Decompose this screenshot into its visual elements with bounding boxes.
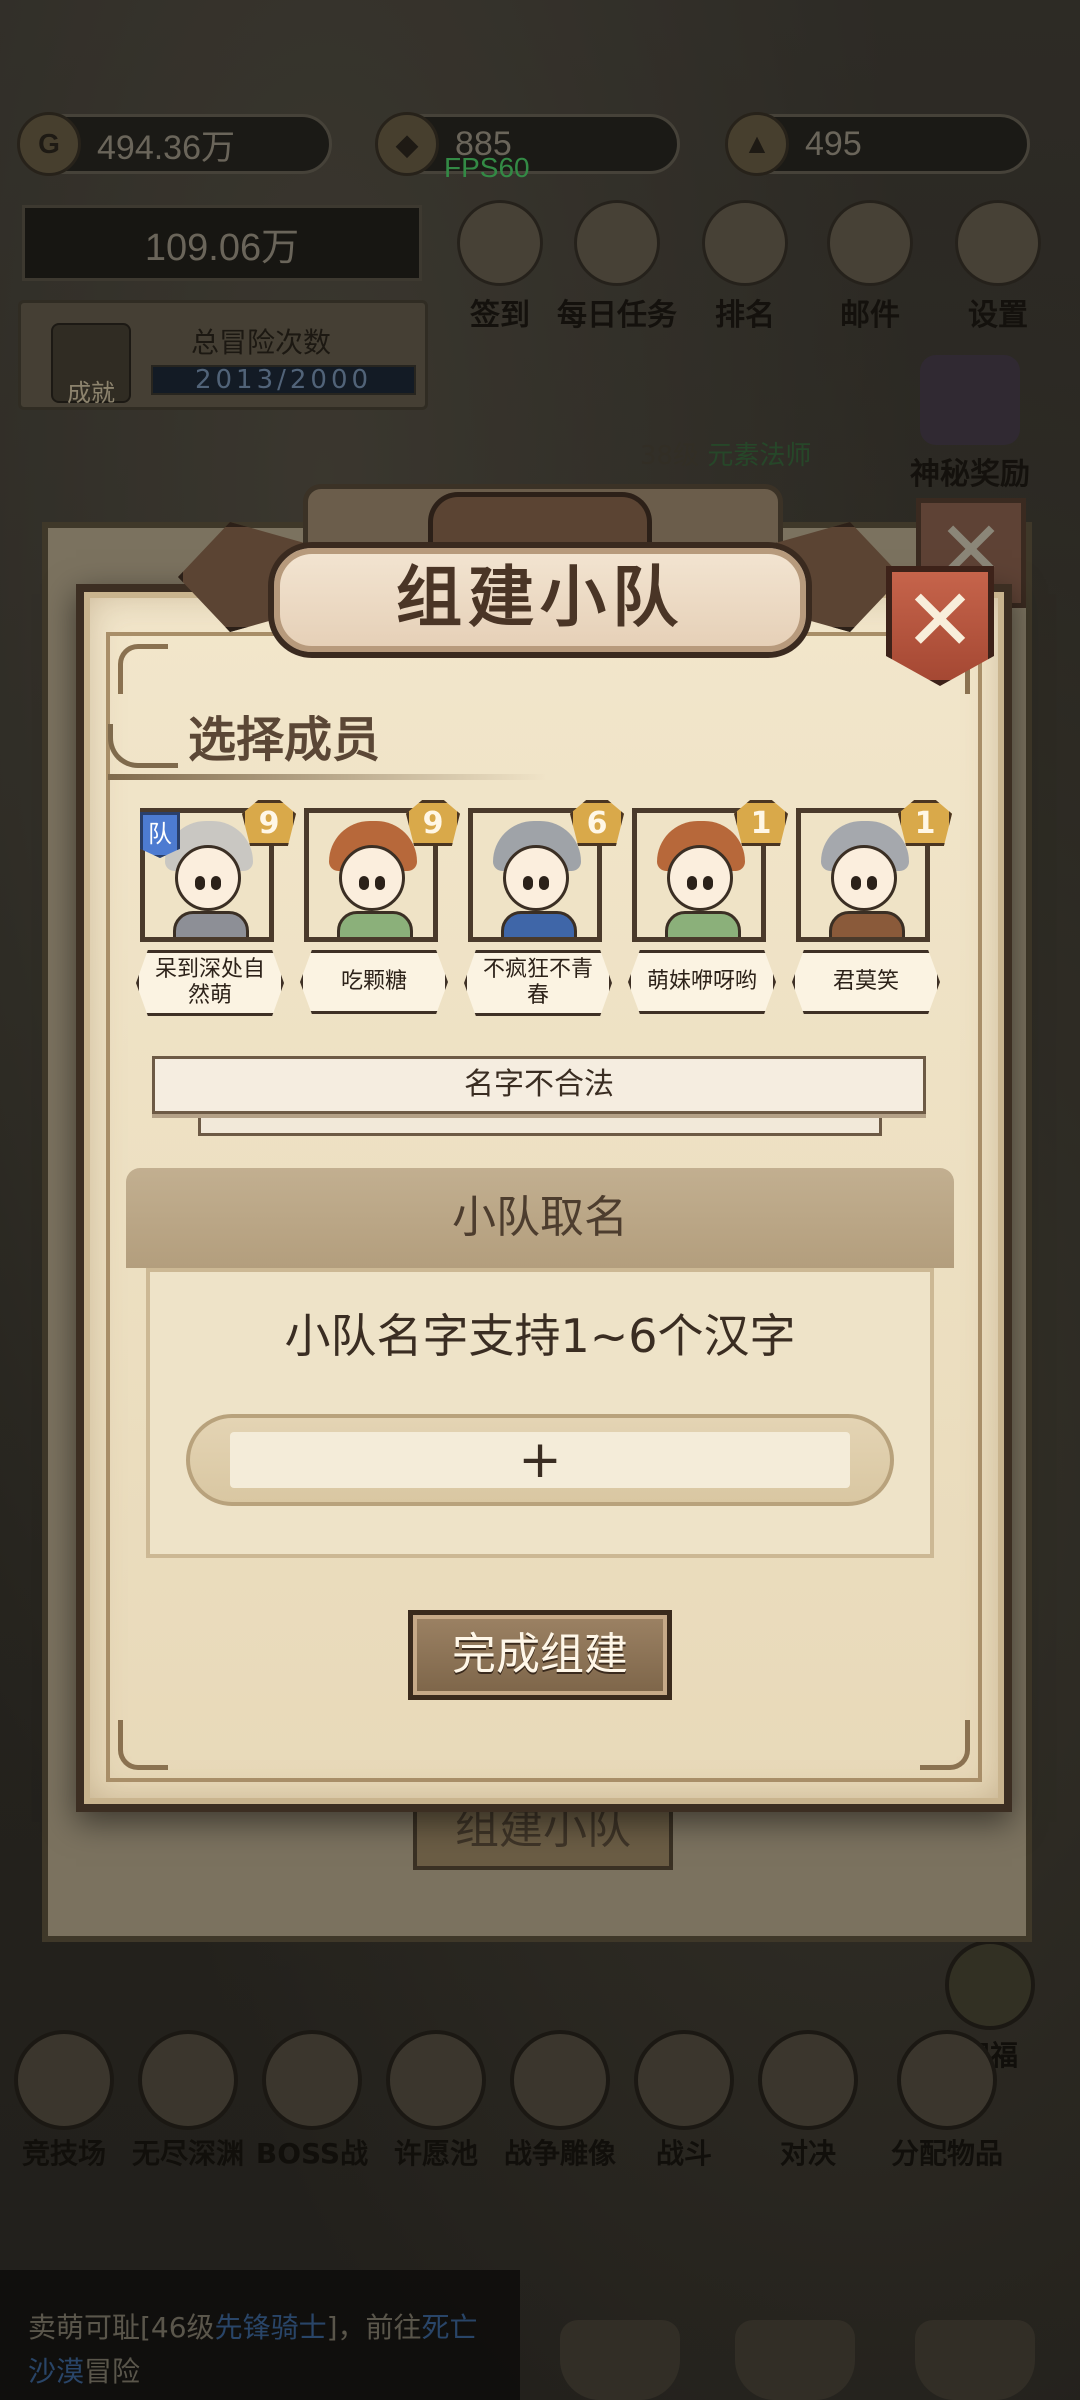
hero-body (665, 911, 741, 937)
hero-eye (851, 876, 861, 890)
close-icon: ✕ (903, 571, 977, 671)
finish-create-button[interactable]: 完成组建 (408, 1610, 672, 1700)
team-name-field[interactable]: + (230, 1432, 850, 1488)
plus-icon: + (518, 1430, 562, 1490)
hero-eye (703, 876, 713, 890)
member-name: 萌妹咿呀哟 (628, 950, 776, 1014)
dialog-title: 组建小队 (268, 542, 812, 658)
hero-face (339, 845, 405, 911)
member-name: 呆到深处自然萌 (136, 950, 284, 1016)
hero-eye (523, 876, 533, 890)
member-card[interactable]: 1 君莫笑 (792, 800, 952, 1014)
select-members-header: 选择成员 (108, 700, 380, 770)
team-naming-hint: 小队名字支持1~6个汉字 (284, 1309, 796, 1363)
corner-ornament (920, 1720, 970, 1770)
member-level-badge: 6 (570, 800, 624, 846)
select-members-label: 选择成员 (188, 712, 381, 768)
hero-body (829, 911, 905, 937)
hero-body (337, 911, 413, 937)
hero-body (173, 911, 249, 937)
hero-eye (867, 876, 877, 890)
member-level-badge: 1 (734, 800, 788, 846)
swirl-ornament-icon (108, 724, 178, 768)
hero-eye (375, 876, 385, 890)
section-underline (108, 774, 548, 780)
member-name: 不疯狂不青春 (464, 950, 612, 1016)
member-card[interactable]: 9 吃颗糖 (300, 800, 460, 1014)
member-level-badge: 1 (898, 800, 952, 846)
hero-face (175, 845, 241, 911)
member-card[interactable]: 1 萌妹咿呀哟 (628, 800, 788, 1014)
team-naming-title: 小队取名 (126, 1168, 954, 1268)
invalid-name-banner: 名字不合法 (152, 1056, 926, 1114)
team-name-input[interactable]: + (186, 1414, 894, 1506)
member-level-badge: 9 (242, 800, 296, 846)
hero-eye (211, 876, 221, 890)
hero-eye (359, 876, 369, 890)
member-name: 君莫笑 (792, 950, 940, 1014)
leader-flag-icon: 队 (140, 812, 180, 858)
hero-eye (539, 876, 549, 890)
hero-eye (687, 876, 697, 890)
member-card[interactable]: 队 9 呆到深处自然萌 (136, 800, 296, 1016)
hero-face (503, 845, 569, 911)
corner-ornament (118, 1720, 168, 1770)
hero-body (501, 911, 577, 937)
corner-ornament (118, 644, 168, 694)
hero-face (831, 845, 897, 911)
hero-eye (195, 876, 205, 890)
member-level-badge: 9 (406, 800, 460, 846)
member-card[interactable]: 6 不疯狂不青春 (464, 800, 624, 1016)
dialog-title-banner: 组建小队 (178, 492, 902, 662)
invalid-name-banner-shadow (198, 1112, 882, 1136)
hero-face (667, 845, 733, 911)
member-name: 吃颗糖 (300, 950, 448, 1014)
